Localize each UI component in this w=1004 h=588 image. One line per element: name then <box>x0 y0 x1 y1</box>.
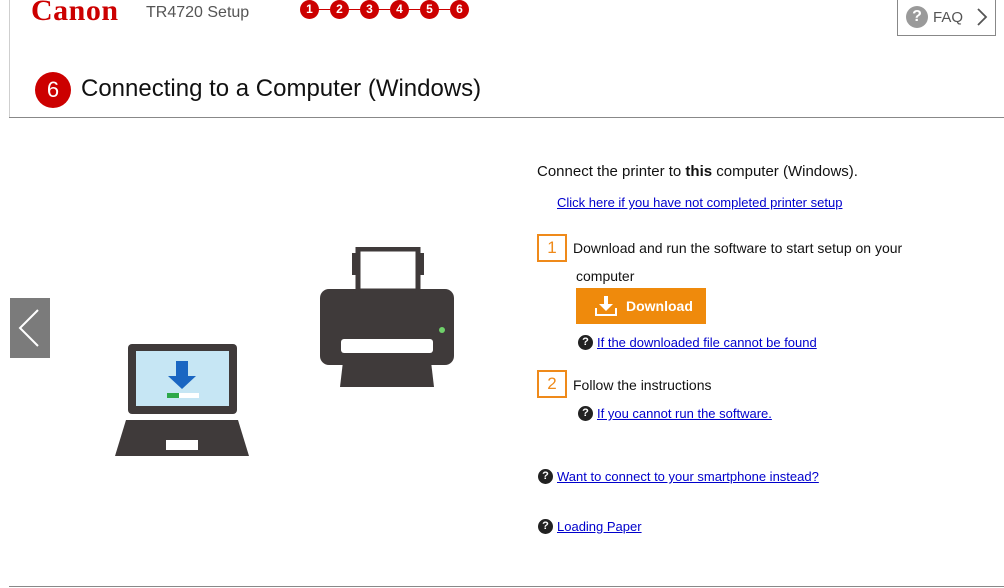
help-smartphone[interactable]: ? Want to connect to your smartphone ins… <box>538 469 819 484</box>
step-indicator-1: 1 <box>300 0 319 19</box>
question-circle-icon: ? <box>578 406 593 421</box>
printer-illustration <box>320 247 454 387</box>
previous-page-button[interactable] <box>10 298 50 358</box>
laptop-download-illustration <box>115 344 249 456</box>
intro-text-emphasis: this <box>685 163 713 180</box>
current-step-badge: 6 <box>35 72 71 108</box>
faq-label: FAQ <box>933 9 964 26</box>
question-circle-icon: ? <box>538 519 553 534</box>
intro-text-end: computer (Windows). <box>712 163 858 180</box>
question-circle-icon: ? <box>538 469 553 484</box>
step-1-text-line1: Download and run the software to start s… <box>573 240 903 256</box>
chevron-right-icon <box>977 8 988 26</box>
step-1-number: 1 <box>537 234 567 262</box>
step-progress: 1 2 3 4 5 6 <box>300 0 470 20</box>
step-1-text-line2: computer <box>576 268 635 284</box>
help-loading-paper[interactable]: ? Loading Paper <box>538 519 642 534</box>
question-circle-icon: ? <box>906 6 928 28</box>
help-file-not-found[interactable]: ? If the downloaded file cannot be found <box>578 335 817 350</box>
file-not-found-link[interactable]: If the downloaded file cannot be found <box>597 335 817 350</box>
setup-title: TR4720 Setup <box>146 4 250 21</box>
page-title: Connecting to a Computer (Windows) <box>81 75 482 102</box>
chevron-left-icon <box>18 309 39 347</box>
step-indicator-4: 4 <box>390 0 409 19</box>
left-border <box>9 0 10 118</box>
question-circle-icon: ? <box>578 335 593 350</box>
canon-logo: Canon <box>31 0 119 27</box>
download-arrow-icon <box>595 296 617 316</box>
step-2-text: Follow the instructions <box>573 377 712 393</box>
intro-text: Connect the printer to this computer (Wi… <box>537 163 858 180</box>
step-indicator-2: 2 <box>330 0 349 19</box>
incomplete-setup-link[interactable]: Click here if you have not completed pri… <box>557 195 842 210</box>
faq-button[interactable]: ? FAQ <box>897 0 996 36</box>
smartphone-link[interactable]: Want to connect to your smartphone inste… <box>557 469 819 484</box>
download-button[interactable]: Download <box>576 288 706 324</box>
step-indicator-6: 6 <box>450 0 469 19</box>
intro-text-start: Connect the printer to <box>537 163 686 180</box>
help-cannot-run[interactable]: ? If you cannot run the software. <box>578 406 772 421</box>
step-indicator-5: 5 <box>420 0 439 19</box>
loading-paper-link[interactable]: Loading Paper <box>557 519 642 534</box>
step-indicator-3: 3 <box>360 0 379 19</box>
bottom-divider <box>9 586 1004 587</box>
cannot-run-software-link[interactable]: If you cannot run the software. <box>597 406 772 421</box>
title-divider <box>9 117 1004 118</box>
step-2-number: 2 <box>537 370 567 398</box>
download-label: Download <box>626 298 693 314</box>
